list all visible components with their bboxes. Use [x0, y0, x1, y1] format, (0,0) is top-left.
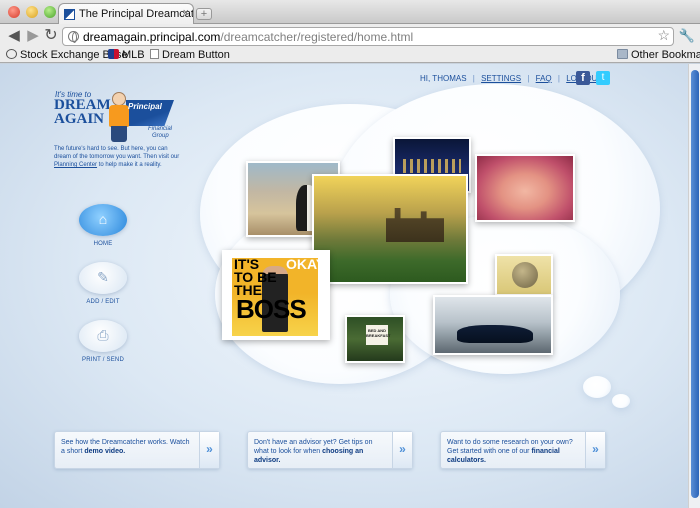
book-title-boss: BOSS	[236, 294, 307, 324]
principal-favicon-icon	[64, 9, 75, 20]
settings-link[interactable]: SETTINGS	[481, 74, 521, 83]
facebook-icon[interactable]: f	[576, 71, 590, 85]
nav-add-edit-label: ADD / EDIT	[86, 299, 120, 305]
forward-arrow-icon[interactable]: ▶	[24, 27, 42, 45]
vertical-scrollbar[interactable]	[688, 64, 700, 508]
bookmark-label: Other Bookmarks	[631, 49, 700, 61]
wrench-menu-icon[interactable]: 🔧	[679, 28, 695, 44]
bookmark-label: MLB	[122, 49, 145, 61]
print-send-cloud-button[interactable]: ⎙	[79, 320, 127, 352]
close-window-button[interactable]	[8, 6, 20, 18]
choose-advisor-card[interactable]: Don't have an advisor yet? Get tips on w…	[247, 431, 413, 469]
window-titlebar: The Principal Dreamcatcher × +	[0, 0, 700, 25]
bnb-sign: BED AND BREAKFAST	[366, 325, 390, 345]
nav-home[interactable]: ⌂ HOME	[73, 204, 133, 247]
globe-icon	[68, 31, 79, 43]
zoom-window-button[interactable]	[44, 6, 56, 18]
intro-text: The future's hard to see. But here, you …	[54, 145, 184, 169]
dream-photo-sports-car[interactable]	[433, 295, 553, 355]
printer-icon: ⎙	[97, 327, 109, 343]
double-chevron-right-icon[interactable]: »	[392, 432, 412, 468]
pencil-icon: ✎	[97, 269, 109, 285]
brand-name: Principal	[128, 102, 162, 111]
separator: |	[557, 74, 560, 83]
new-tab-button[interactable]: +	[196, 8, 212, 20]
card-text: Want to do some research on your own? Ge…	[447, 439, 573, 464]
brand-sub-line: Financial	[148, 126, 173, 132]
bookmark-dream-button[interactable]: Dream Button	[150, 49, 230, 61]
dream-photo-boss-book[interactable]: IT'S TO BE THE OKAY BOSS	[222, 250, 330, 340]
logo-line: AGAIN	[54, 111, 105, 127]
browser-tab[interactable]: The Principal Dreamcatcher ×	[58, 3, 194, 25]
url-host: dreamagain.principal.com	[83, 30, 221, 44]
logo-wordmark: DREAM AGAIN	[54, 97, 111, 127]
greeting: HI, THOMAS	[420, 74, 467, 83]
mascot-illustration	[104, 92, 134, 144]
brand-sub-line: Group	[152, 133, 169, 139]
intro-copy: to help make it a reality.	[97, 162, 162, 168]
twitter-icon[interactable]: t	[596, 71, 610, 85]
bookmark-star-icon[interactable]: ☆	[657, 27, 670, 44]
page-icon	[150, 49, 159, 59]
bookmarks-bar: Stock Exchange Base MLB Dream Button Oth…	[0, 48, 700, 63]
faq-link[interactable]: FAQ	[536, 74, 552, 83]
folder-icon	[617, 49, 628, 59]
calculators-card[interactable]: Want to do some research on your own? Ge…	[440, 431, 606, 469]
dream-photo-golf-castle[interactable]	[312, 174, 468, 284]
intro-copy: The future's hard to see. But here, you …	[54, 146, 180, 160]
demo-video-card[interactable]: See how the Dreamcatcher works. Watch a …	[54, 431, 220, 469]
logo-line: DREAM	[54, 97, 111, 113]
url-path: /dreamcatcher/registered/home.html	[220, 30, 414, 44]
nav-home-label: HOME	[93, 241, 113, 247]
nav-print-send[interactable]: ⎙ PRINT / SEND	[73, 320, 133, 363]
minimize-window-button[interactable]	[26, 6, 38, 18]
dream-photo-bed-breakfast[interactable]: BED AND BREAKFAST	[345, 315, 405, 363]
card-text: See how the Dreamcatcher works. Watch a …	[61, 439, 190, 455]
address-bar[interactable]: dreamagain.principal.com/dreamcatcher/re…	[62, 27, 674, 46]
book-title-top: IT'S TO BE THE	[234, 257, 277, 297]
planning-center-link[interactable]: Planning Center	[54, 162, 97, 168]
bookmark-label: Dream Button	[162, 49, 230, 61]
separator: |	[527, 74, 530, 83]
separator: |	[472, 74, 475, 83]
reload-icon[interactable]: ↻	[42, 27, 60, 45]
book-title-okay: OKAY	[286, 256, 326, 272]
brand-subtitle: Financial Group	[148, 126, 172, 140]
eye-icon	[6, 49, 17, 59]
back-arrow-icon[interactable]: ◀	[5, 27, 23, 45]
house-icon: ⌂	[98, 211, 108, 227]
mlb-icon	[108, 49, 119, 59]
cloud-puff	[583, 376, 611, 398]
tab-title: The Principal Dreamcatcher	[79, 8, 194, 20]
dream-photo-coin[interactable]	[495, 254, 553, 296]
double-chevron-right-icon[interactable]: »	[585, 432, 605, 468]
close-tab-icon[interactable]: ×	[183, 7, 189, 19]
page-viewport: HI, THOMAS | SETTINGS | FAQ | LOG OUT f …	[0, 64, 688, 508]
scrollbar-thumb[interactable]	[691, 70, 699, 498]
nav-add-edit[interactable]: ✎ ADD / EDIT	[73, 262, 133, 305]
add-edit-cloud-button[interactable]: ✎	[79, 262, 127, 294]
nav-print-send-label: PRINT / SEND	[82, 357, 124, 363]
bookmark-mlb[interactable]: MLB	[108, 49, 145, 61]
cloud-puff	[612, 394, 630, 408]
home-cloud-button[interactable]: ⌂	[79, 204, 127, 236]
dream-photo-baby[interactable]	[475, 154, 575, 222]
browser-toolbar: ◀ ▶ ↻ dreamagain.principal.com/dreamcatc…	[0, 24, 700, 48]
other-bookmarks[interactable]: Other Bookmarks	[617, 49, 700, 61]
double-chevron-right-icon[interactable]: »	[199, 432, 219, 468]
card-text: Don't have an advisor yet? Get tips on w…	[254, 439, 373, 464]
demo-video-link[interactable]: demo video.	[84, 448, 125, 455]
